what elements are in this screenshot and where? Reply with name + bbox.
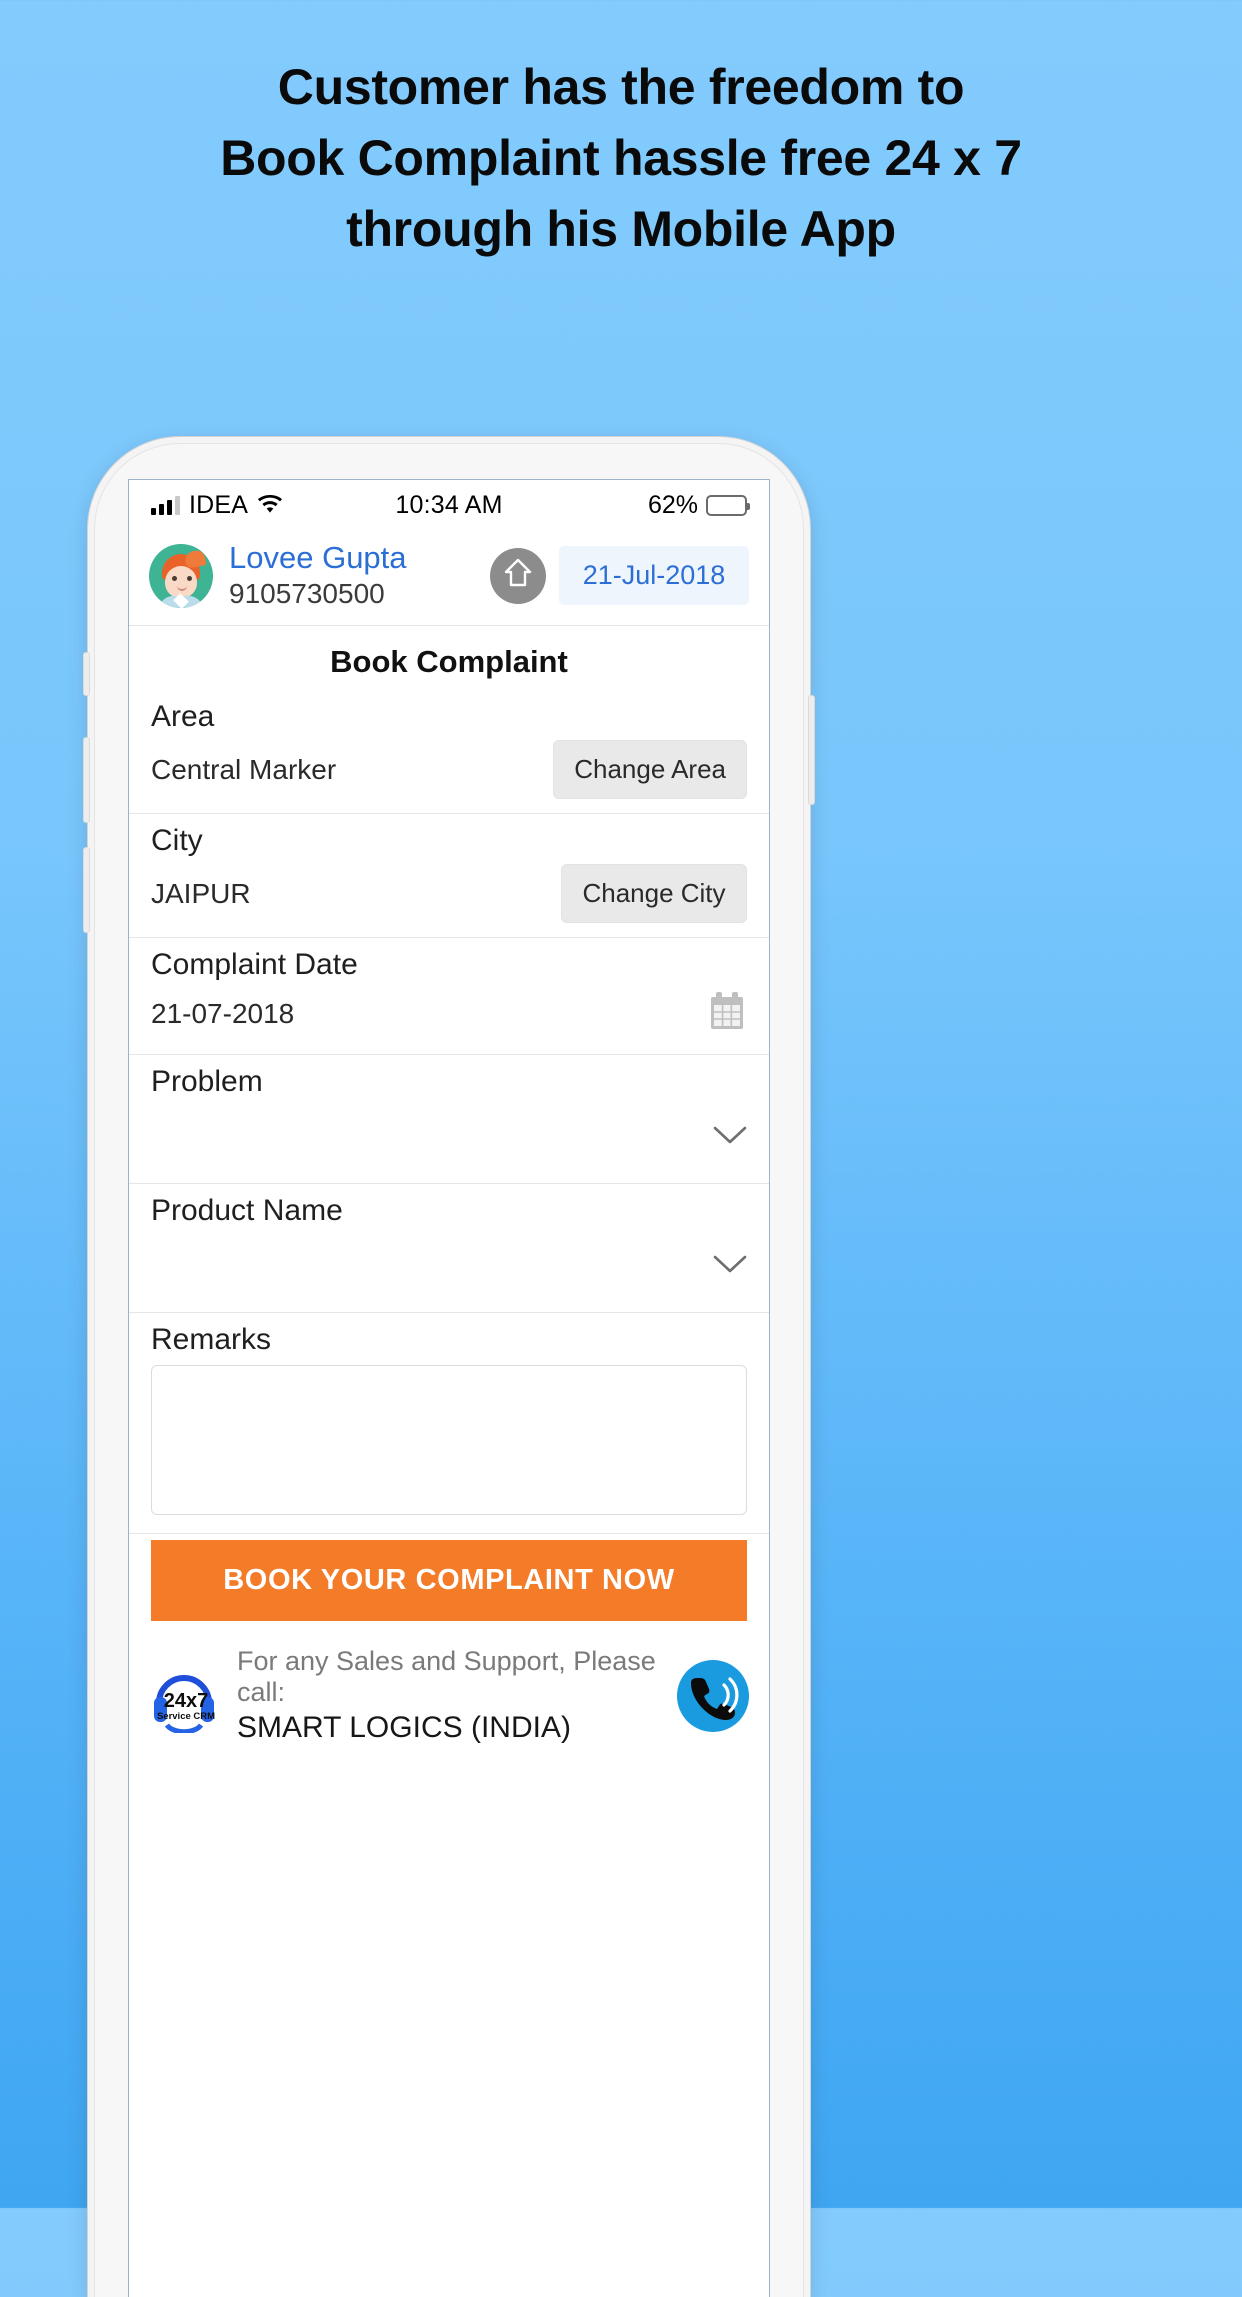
field-label: Product Name bbox=[151, 1194, 343, 1227]
remarks-input[interactable] bbox=[151, 1365, 747, 1515]
field-value-row: 21-07-2018 bbox=[151, 982, 747, 1054]
change-area-button[interactable]: Change Area bbox=[553, 740, 747, 799]
svg-text:24x7: 24x7 bbox=[164, 1690, 209, 1712]
user-name: Lovee Gupta bbox=[229, 540, 407, 575]
app-user-header: Lovee Gupta 9105730500 21-Jul-2018 bbox=[129, 530, 769, 626]
user-info: Lovee Gupta 9105730500 bbox=[229, 540, 407, 611]
support-footer: 24x7 Service CRM For any Sales and Suppo… bbox=[129, 1638, 769, 1745]
field-label: Remarks bbox=[151, 1323, 272, 1356]
avatar bbox=[149, 543, 213, 608]
field-label: Area bbox=[151, 700, 215, 733]
change-city-button[interactable]: Change City bbox=[561, 864, 747, 923]
silent-switch[interactable] bbox=[83, 652, 90, 696]
phone-screen: IDEA 10:34 AM 62% Lovee Gupta 9105730500… bbox=[128, 479, 770, 2297]
date-chip[interactable]: 21-Jul-2018 bbox=[559, 546, 749, 605]
field-value: JAIPUR bbox=[151, 877, 251, 909]
field-label: Complaint Date bbox=[151, 948, 358, 981]
volume-down-button[interactable] bbox=[83, 847, 90, 933]
battery-percent-label: 62% bbox=[647, 490, 698, 519]
user-phone: 9105730500 bbox=[229, 578, 385, 609]
home-button[interactable] bbox=[490, 547, 546, 604]
field-label: Problem bbox=[151, 1065, 263, 1098]
svg-text:Service CRM: Service CRM bbox=[157, 1711, 215, 1722]
carrier-label: IDEA bbox=[189, 490, 249, 519]
chevron-down-icon[interactable] bbox=[713, 1254, 747, 1279]
phone-mockup: IDEA 10:34 AM 62% Lovee Gupta 9105730500… bbox=[83, 437, 815, 2297]
field-label: City bbox=[151, 824, 203, 857]
field-city: City JAIPUR Change City bbox=[129, 814, 769, 938]
field-value: 21-07-2018 bbox=[151, 998, 295, 1029]
status-bar-right: 62% bbox=[647, 490, 750, 520]
field-complaint-date: Complaint Date 21-07-2018 bbox=[129, 938, 769, 1055]
headline-line-3: through his Mobile App bbox=[346, 201, 896, 257]
home-icon bbox=[503, 557, 533, 594]
field-product-name: Product Name bbox=[129, 1184, 769, 1313]
signal-strength-icon bbox=[151, 495, 180, 515]
page-title: Book Complaint bbox=[330, 644, 568, 679]
chevron-down-icon[interactable] bbox=[713, 1125, 747, 1150]
book-complaint-button[interactable]: BOOK YOUR COMPLAINT NOW bbox=[151, 1540, 747, 1621]
phone-call-icon[interactable] bbox=[675, 1658, 751, 1734]
field-problem: Problem bbox=[129, 1055, 769, 1184]
battery-icon bbox=[706, 494, 750, 516]
header-actions: 21-Jul-2018 bbox=[490, 546, 749, 605]
field-value-row[interactable] bbox=[151, 1099, 747, 1183]
support-line-1: For any Sales and Support, Please call: bbox=[237, 1646, 656, 1707]
field-value-row: JAIPUR Change City bbox=[151, 858, 747, 937]
24x7-service-crm-logo-icon: 24x7 Service CRM bbox=[147, 1659, 221, 1734]
field-area: Area Central Marker Change Area bbox=[129, 690, 769, 814]
power-button[interactable] bbox=[808, 695, 815, 805]
field-remarks: Remarks bbox=[129, 1313, 769, 1534]
status-bar: IDEA 10:34 AM 62% bbox=[129, 480, 769, 530]
promo-headline: Customer has the freedom to Book Complai… bbox=[0, 52, 1242, 265]
field-value-row[interactable] bbox=[151, 1228, 747, 1312]
field-value: Central Marker bbox=[151, 753, 337, 785]
support-line-2: SMART LOGICS (INDIA) bbox=[237, 1711, 571, 1744]
field-value-row: Central Marker Change Area bbox=[151, 734, 747, 813]
status-bar-left: IDEA bbox=[151, 491, 283, 520]
calendar-icon[interactable] bbox=[707, 991, 747, 1038]
headline-line-1: Customer has the freedom to bbox=[277, 59, 965, 115]
support-text: For any Sales and Support, Please call: … bbox=[237, 1646, 659, 1745]
headline-line-2: Book Complaint hassle free 24 x 7 bbox=[220, 130, 1022, 186]
volume-up-button[interactable] bbox=[83, 737, 90, 823]
wifi-icon bbox=[257, 495, 283, 515]
